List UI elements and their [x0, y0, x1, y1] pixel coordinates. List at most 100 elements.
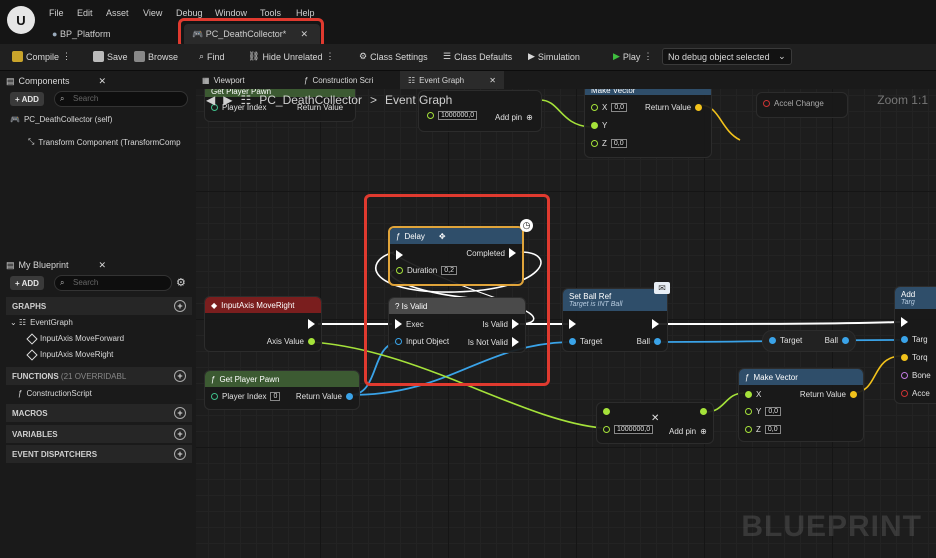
- close-icon[interactable]: ✕: [98, 76, 106, 87]
- back-arrow-icon[interactable]: ◀: [206, 93, 215, 107]
- save-button[interactable]: Save: [93, 51, 128, 62]
- add-graph-icon[interactable]: +: [174, 300, 186, 312]
- section-functions[interactable]: FUNCTIONS (21 OVERRIDABL +: [6, 367, 192, 385]
- node-multiply[interactable]: 1000000,0 Add pin ⊕ ✕: [596, 402, 714, 444]
- section-variables[interactable]: VARIABLES +: [6, 425, 192, 443]
- tab-construction-script[interactable]: ƒ Construction Scri: [304, 71, 396, 89]
- node-add-torque[interactable]: Add Targ Targ Torq Bone Acce: [894, 286, 936, 404]
- pin-z[interactable]: Z 0,0: [745, 425, 781, 434]
- node-target-ball[interactable]: Target Ball: [762, 330, 856, 352]
- pin-target[interactable]: Targ: [901, 335, 928, 344]
- component-self[interactable]: 🎮 PC_DeathCollector (self): [10, 115, 112, 124]
- pin-a[interactable]: [603, 408, 610, 415]
- hide-unrelated-button[interactable]: ⛓ Hide Unrelated ⋮: [248, 51, 334, 62]
- add-dispatcher-icon[interactable]: +: [174, 448, 186, 460]
- pin-exec-out[interactable]: [652, 319, 659, 329]
- menu-tools[interactable]: Tools: [260, 8, 281, 18]
- pin-accel-change[interactable]: Accel Change: [763, 99, 824, 108]
- add-pin-button[interactable]: Add pin ⊕: [495, 113, 533, 122]
- pin-exec-in[interactable]: [569, 319, 576, 329]
- construction-script-item[interactable]: ƒ ConstructionScript: [18, 389, 92, 398]
- node-set-ball-ref[interactable]: Set Ball Ref Target is INT Ball Target B…: [562, 288, 668, 352]
- section-macros[interactable]: MACROS +: [6, 404, 192, 422]
- gear-icon[interactable]: ⚙: [176, 276, 186, 289]
- gear-icon: ⚙: [359, 51, 368, 61]
- tab-viewport[interactable]: ▦ Viewport: [202, 71, 292, 89]
- forward-arrow-icon[interactable]: ▶: [223, 93, 232, 107]
- pin-accel[interactable]: Acce: [901, 389, 930, 398]
- pin-target[interactable]: Target: [569, 337, 602, 346]
- pin-y[interactable]: Y: [591, 121, 607, 130]
- unreal-logo-icon[interactable]: U: [7, 6, 35, 34]
- node-get-player-pawn[interactable]: ƒ Get Player Pawn Player Index 0 Return Va…: [204, 370, 360, 410]
- player-index-field[interactable]: 0: [270, 392, 281, 401]
- component-transform[interactable]: ⤡ Transform Component (TransformComp: [28, 137, 181, 147]
- pin-z[interactable]: Z 0,0: [591, 139, 627, 148]
- tab-event-graph[interactable]: ☷ Event Graph ✕: [400, 71, 504, 89]
- pin-x[interactable]: X: [745, 390, 761, 399]
- add-member-button[interactable]: + ADD: [10, 276, 44, 290]
- pin-b[interactable]: 1000000,0: [603, 425, 654, 434]
- tab-bp-platform[interactable]: ● BP_Platform: [52, 24, 172, 44]
- menu-file[interactable]: File: [49, 8, 64, 18]
- pin-bone[interactable]: Bone: [901, 371, 931, 380]
- menu-help[interactable]: Help: [296, 8, 315, 18]
- multiply-value-field[interactable]: 1000000,0: [614, 425, 654, 434]
- node-inputaxis-moveright[interactable]: ◆ InputAxis MoveRight Axis Value: [204, 296, 322, 352]
- pin-ball[interactable]: Ball: [825, 336, 849, 345]
- pin-y[interactable]: Y 0,0: [745, 407, 782, 416]
- pin-exec-out[interactable]: [308, 319, 315, 329]
- menu-edit[interactable]: Edit: [77, 8, 93, 18]
- components-tab[interactable]: ▤ Components ✕: [6, 73, 106, 89]
- pin-exec-in[interactable]: [901, 317, 908, 327]
- find-button[interactable]: ⌕ Find: [199, 51, 225, 62]
- components-search-input[interactable]: ⌕ Search: [54, 91, 188, 107]
- section-graphs[interactable]: GRAPHS +: [6, 297, 192, 315]
- debug-object-select[interactable]: No debug object selected ⌄: [662, 48, 792, 65]
- browse-button[interactable]: Browse: [134, 51, 178, 62]
- event-graph-item[interactable]: ⌄ ☷ EventGraph: [10, 318, 73, 327]
- close-icon[interactable]: ✕: [489, 76, 496, 85]
- close-icon[interactable]: ✕: [98, 260, 106, 271]
- value-field[interactable]: 0,0: [611, 103, 628, 112]
- breadcrumb-root[interactable]: PC_DeathCollector: [259, 93, 362, 107]
- node-make-vector-top[interactable]: Make Vector X 0,0 Y Z 0,0 Return Value: [584, 84, 712, 158]
- section-event-dispatchers[interactable]: EVENT DISPATCHERS +: [6, 445, 192, 463]
- menu-view[interactable]: View: [143, 8, 162, 18]
- pin-torque[interactable]: Torq: [901, 353, 928, 362]
- compile-button[interactable]: Compile ⋮: [12, 51, 71, 62]
- blueprint-search-input[interactable]: ⌕ Search: [54, 275, 172, 291]
- blueprint-watermark: BLUEPRINT: [741, 510, 922, 543]
- simulation-button[interactable]: ▶ Simulation: [528, 51, 580, 62]
- add-variable-icon[interactable]: +: [174, 428, 186, 440]
- value-field[interactable]: 1000000,0: [438, 111, 478, 120]
- class-settings-button[interactable]: ⚙ Class Settings: [359, 51, 428, 62]
- value-field[interactable]: 0,0: [765, 407, 782, 416]
- node-accel-change[interactable]: Accel Change: [756, 92, 848, 118]
- value-field[interactable]: 0,0: [610, 139, 627, 148]
- pin-result[interactable]: [700, 408, 707, 415]
- graph-item-moveright[interactable]: InputAxis MoveRight: [26, 348, 113, 361]
- pin-multiply-value[interactable]: 1000000,0: [427, 111, 478, 120]
- pin-return-value[interactable]: Return Value: [645, 103, 703, 112]
- pin-return-value[interactable]: Return Value: [800, 390, 857, 399]
- menu-debug[interactable]: Debug: [176, 8, 203, 18]
- add-macro-icon[interactable]: +: [174, 407, 186, 419]
- menu-window[interactable]: Window: [215, 8, 247, 18]
- add-function-icon[interactable]: +: [174, 370, 186, 382]
- pin-return-value[interactable]: Return Value: [296, 392, 353, 401]
- pin-x[interactable]: X 0,0: [591, 103, 628, 112]
- play-button[interactable]: ▶ Play ⋮: [613, 51, 652, 62]
- graph-item-moveforward[interactable]: InputAxis MoveForward: [26, 332, 124, 345]
- my-blueprint-tab[interactable]: ▤ My Blueprint ✕: [6, 257, 106, 273]
- pin-ball[interactable]: Ball: [637, 337, 661, 346]
- menu-asset[interactable]: Asset: [106, 8, 129, 18]
- pin-player-index[interactable]: Player Index 0: [211, 392, 281, 401]
- node-make-vector[interactable]: ƒ Make Vector X Y 0,0 Z 0,0 Return Value: [738, 368, 864, 442]
- add-component-button[interactable]: + ADD: [10, 92, 44, 106]
- pin-axis-value[interactable]: Axis Value: [267, 337, 315, 346]
- add-pin-button[interactable]: Add pin ⊕: [669, 427, 707, 436]
- value-field[interactable]: 0,0: [764, 425, 781, 434]
- class-defaults-button[interactable]: ☰ Class Defaults: [443, 51, 512, 62]
- pin-target[interactable]: Target: [769, 336, 802, 345]
